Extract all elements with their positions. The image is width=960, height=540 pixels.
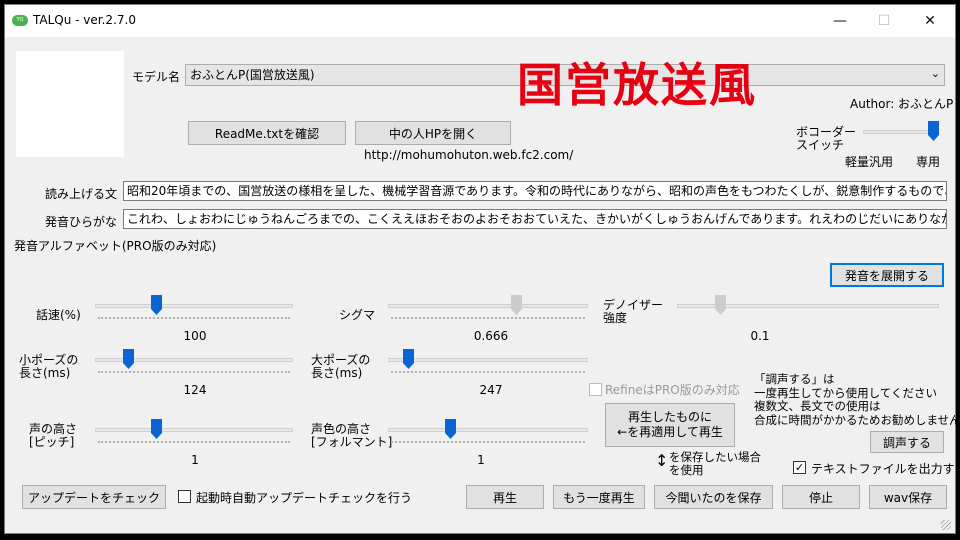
model-author: Author: おふとんP — [850, 97, 954, 111]
formant-label: 声色の高さ [フォルマント] — [311, 422, 393, 449]
read-text-label: 読み上げる文 — [45, 187, 118, 201]
hiragana-label: 発音ひらがな — [45, 215, 118, 229]
pitch-slider[interactable] — [95, 419, 293, 449]
speed-value: 100 — [183, 329, 207, 343]
vocoder-thumb[interactable] — [928, 121, 939, 141]
large-pause-label: 大ポーズの 長さ(ms) — [311, 353, 371, 380]
pitch-thumb[interactable] — [151, 419, 162, 439]
speed-label: 話速(%) — [36, 308, 81, 322]
read-text-input[interactable]: 昭和20年頃までの、国営放送の様相を呈した、機械学習音源であります。令和の時代に… — [123, 181, 947, 201]
hiragana-input[interactable]: これわ、しょおわにじゅうねんごろまでの、こくええほおそおのよおそおおていえた、き… — [123, 209, 947, 229]
denoiser-slider[interactable] — [677, 295, 939, 325]
homepage-button[interactable]: 中の人HPを開く — [355, 121, 511, 145]
small-pause-label: 小ポーズの 長さ(ms) — [19, 353, 79, 380]
pitch-value: 1 — [191, 453, 199, 467]
small-pause-slider[interactable] — [95, 349, 293, 379]
check-update-button[interactable]: アップデートをチェック — [22, 485, 166, 509]
auto-update-checkbox[interactable] — [178, 490, 191, 503]
maximize-button[interactable]: ☐ — [861, 5, 907, 37]
resize-grip-icon[interactable] — [941, 520, 951, 530]
denoiser-value: 0.1 — [750, 329, 770, 343]
denoiser-label: デノイザー 強度 — [603, 298, 664, 325]
stop-button[interactable]: 停止 — [782, 485, 860, 509]
auto-update-label: 起動時自動アップデートチェックを行う — [196, 491, 413, 505]
large-pause-thumb[interactable] — [403, 349, 414, 369]
replay-reapply-button[interactable]: 再生したものに ←を再適用して再生 — [605, 403, 735, 447]
title-bar: TQ TALQu - ver.2.7.0 — ☐ ✕ — [5, 5, 955, 37]
alphabet-label: 発音アルファベット(PRO版のみ対応) — [14, 239, 217, 253]
pitch-label: 声の高さ [ピッチ] — [29, 422, 78, 449]
status-bar — [5, 513, 955, 533]
overlay-title: 国営放送風 — [517, 58, 757, 112]
small-pause-thumb[interactable] — [123, 349, 134, 369]
app-window: TQ TALQu - ver.2.7.0 — ☐ ✕ モデル名 おふとんP(国営… — [4, 4, 960, 534]
vocoder-switch[interactable] — [863, 121, 939, 151]
save-note: を保存したい場合 を使用 — [669, 450, 761, 477]
formant-value: 1 — [477, 453, 485, 467]
up-down-arrow-icon: ↕ — [655, 451, 669, 470]
formant-slider[interactable] — [388, 419, 588, 449]
tune-note: 「調声する」は 一度再生してから使用してください 複数文、長文での使用は 合成に… — [754, 372, 960, 427]
model-selected-value: おふとんP(国営放送風) — [190, 68, 315, 82]
play-button[interactable]: 再生 — [466, 485, 544, 509]
model-label: モデル名 — [132, 70, 181, 84]
sigma-thumb[interactable] — [511, 295, 522, 315]
chevron-down-icon: ⌄ — [930, 67, 940, 80]
large-pause-value: 247 — [479, 383, 503, 397]
model-image — [16, 51, 124, 157]
readme-button[interactable]: ReadMe.txtを確認 — [188, 121, 346, 145]
speed-slider[interactable] — [95, 295, 293, 325]
sigma-slider[interactable] — [388, 295, 588, 325]
play-again-button[interactable]: もう一度再生 — [553, 485, 645, 509]
vocoder-label: ボコーダー スイッチ — [796, 125, 857, 152]
close-button[interactable]: ✕ — [907, 5, 953, 37]
formant-thumb[interactable] — [445, 419, 456, 439]
refine-label: RefineはPRO版のみ対応 — [605, 383, 740, 397]
homepage-url[interactable]: http://mohumohuton.web.fc2.com/ — [364, 148, 573, 162]
minimize-button[interactable]: — — [817, 5, 863, 37]
tune-button[interactable]: 調声する — [870, 431, 944, 453]
denoiser-thumb[interactable] — [715, 295, 726, 315]
save-last-button[interactable]: 今聞いたのを保存 — [654, 485, 773, 509]
talqu-app-icon: TQ — [12, 15, 28, 26]
refine-checkbox[interactable] — [589, 383, 602, 396]
wav-save-button[interactable]: wav保存 — [869, 485, 947, 509]
sigma-label: シグマ — [339, 308, 376, 322]
sigma-value: 0.666 — [473, 329, 509, 343]
export-text-label: テキストファイルを出力する — [811, 462, 960, 476]
export-text-checkbox[interactable]: ✓ — [793, 461, 806, 474]
window-title: TALQu - ver.2.7.0 — [33, 13, 136, 27]
large-pause-slider[interactable] — [388, 349, 588, 379]
expand-pronunciation-button[interactable]: 発音を展開する — [830, 263, 944, 287]
small-pause-value: 124 — [183, 383, 207, 397]
speed-thumb[interactable] — [151, 295, 162, 315]
vocoder-right-label: 専用 — [916, 155, 941, 169]
vocoder-left-label: 軽量汎用 — [845, 155, 894, 169]
